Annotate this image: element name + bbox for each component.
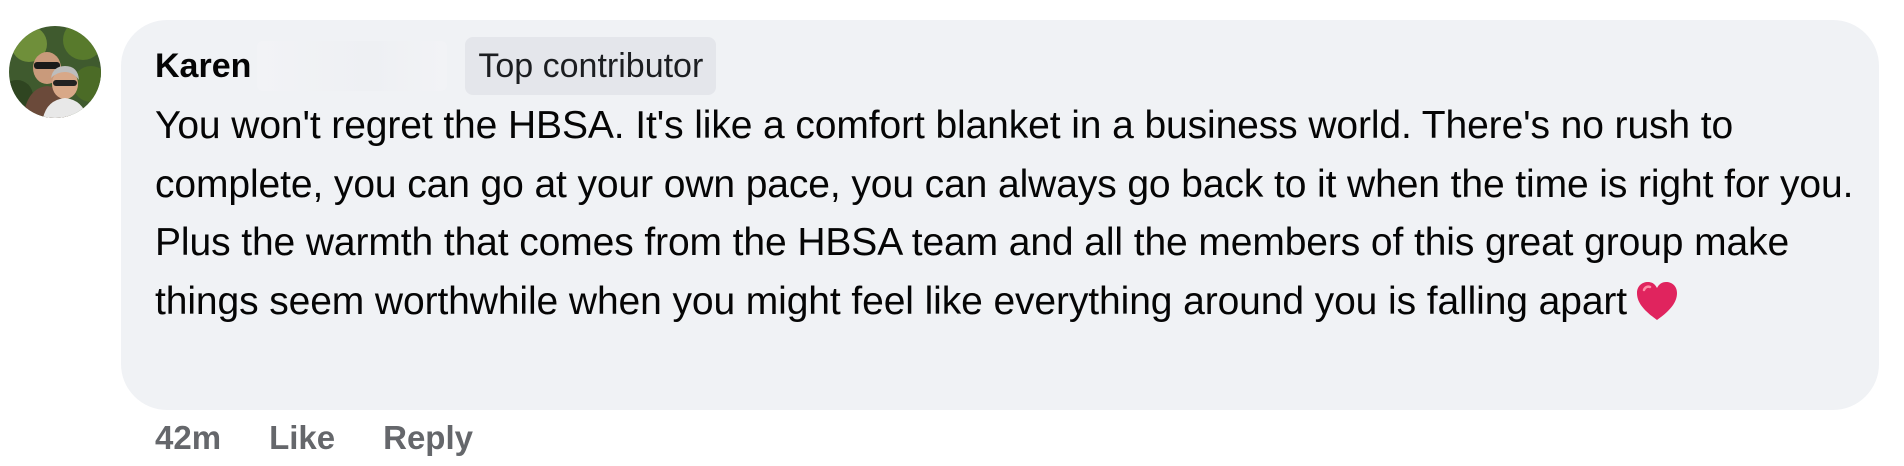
top-contributor-badge[interactable]: Top contributor — [465, 37, 717, 95]
comment-bubble: Karen Top contributor You won't regret t… — [121, 20, 1879, 410]
redacted-surname — [257, 41, 448, 91]
profile-photo-icon — [9, 26, 101, 118]
comment-actions: 42m Like Reply — [155, 410, 473, 466]
author-row: Karen Top contributor — [155, 36, 717, 96]
like-button[interactable]: Like — [269, 419, 335, 457]
comment-text: You won't regret the HBSA. It's like a c… — [155, 104, 1854, 323]
author-name[interactable]: Karen — [155, 47, 251, 86]
comment: Karen Top contributor You won't regret t… — [0, 0, 1904, 466]
red-heart-icon — [1635, 280, 1679, 340]
avatar[interactable] — [9, 26, 101, 118]
comment-body: You won't regret the HBSA. It's like a c… — [155, 97, 1865, 339]
timestamp[interactable]: 42m — [155, 419, 221, 457]
reply-button[interactable]: Reply — [383, 419, 473, 457]
